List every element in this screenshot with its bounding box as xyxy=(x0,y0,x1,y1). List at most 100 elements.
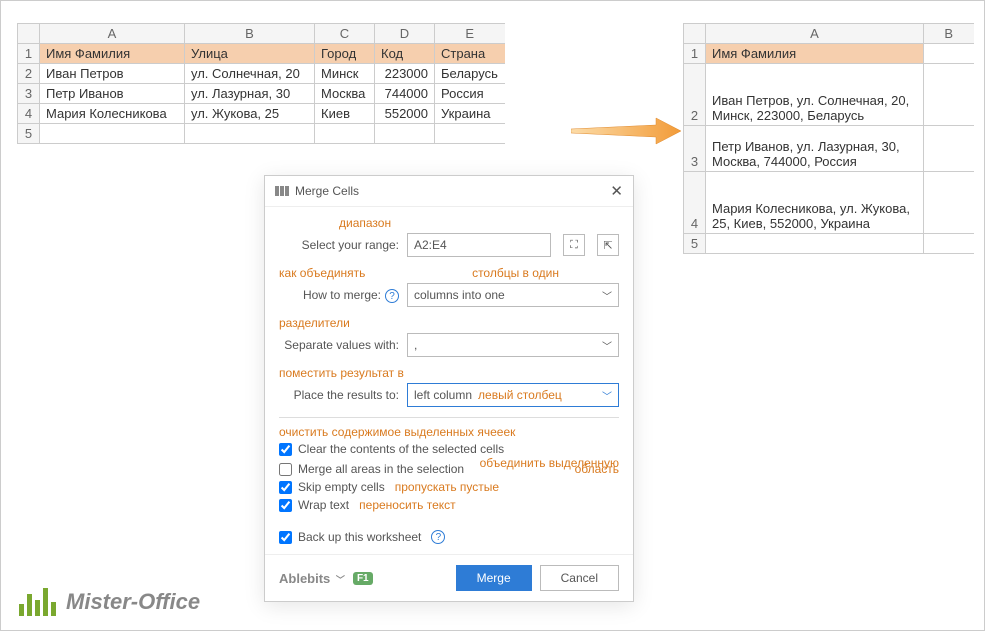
cell[interactable]: ул. Лазурная, 30 xyxy=(185,84,315,104)
cell[interactable]: 223000 xyxy=(375,64,435,84)
source-spreadsheet: A B C D E 1 Имя Фамилия Улица Город Код … xyxy=(17,23,505,144)
cell[interactable] xyxy=(924,172,974,234)
merge-areas-label: Merge all areas in the selection xyxy=(298,462,464,476)
cell[interactable]: Имя Фамилия xyxy=(40,44,185,64)
place-results-label: Place the results to: xyxy=(279,388,399,402)
merge-areas-checkbox[interactable] xyxy=(279,463,292,476)
col-header[interactable]: B xyxy=(924,24,974,44)
cell[interactable]: Мария Колесникова xyxy=(40,104,185,124)
annotation: переносить текст xyxy=(359,499,456,511)
close-icon[interactable]: ✕ xyxy=(610,182,623,200)
cell[interactable]: 744000 xyxy=(375,84,435,104)
wrap-text-checkbox[interactable] xyxy=(279,499,292,512)
cell[interactable]: Страна xyxy=(435,44,505,64)
annotation: пропускать пустые xyxy=(395,481,499,493)
cell[interactable]: ул. Солнечная, 20 xyxy=(185,64,315,84)
how-merge-label: How to merge:? xyxy=(279,288,399,303)
grid-corner xyxy=(18,24,40,44)
merge-icon xyxy=(275,184,289,198)
cell[interactable]: Москва xyxy=(315,84,375,104)
cell[interactable] xyxy=(40,124,185,144)
cell[interactable] xyxy=(185,124,315,144)
place-results-select[interactable]: left columnлевый столбец ﹀ xyxy=(407,383,619,407)
cell[interactable] xyxy=(924,234,974,254)
backup-checkbox[interactable] xyxy=(279,531,292,544)
how-merge-select[interactable]: columns into one﹀ xyxy=(407,283,619,307)
backup-label: Back up this worksheet xyxy=(298,530,421,544)
cell[interactable] xyxy=(924,44,974,64)
merge-button[interactable]: Merge xyxy=(456,565,532,591)
annotation: разделители xyxy=(279,317,619,329)
grid-corner xyxy=(684,24,706,44)
row-header[interactable]: 2 xyxy=(18,64,40,84)
col-header[interactable]: E xyxy=(435,24,505,44)
annotation: поместить результат в xyxy=(279,367,619,379)
row-header[interactable]: 1 xyxy=(18,44,40,64)
ablebits-brand[interactable]: Ablebits ﹀ xyxy=(279,571,345,586)
wrap-text-label: Wrap text xyxy=(298,498,349,512)
dialog-title: Merge Cells xyxy=(295,184,610,198)
separator-line xyxy=(279,417,619,418)
row-header[interactable]: 5 xyxy=(684,234,706,254)
cell[interactable] xyxy=(315,124,375,144)
col-header[interactable]: A xyxy=(706,24,924,44)
cell[interactable]: Иван Петров xyxy=(40,64,185,84)
row-header[interactable]: 4 xyxy=(684,172,706,234)
separator-select[interactable]: ,﹀ xyxy=(407,333,619,357)
cell[interactable]: Беларусь xyxy=(435,64,505,84)
cell[interactable] xyxy=(924,64,974,126)
help-icon[interactable]: ? xyxy=(385,289,399,303)
row-header[interactable]: 2 xyxy=(684,64,706,126)
row-header[interactable]: 5 xyxy=(18,124,40,144)
arrow-icon xyxy=(571,116,681,146)
cell[interactable]: Мария Колесникова, ул. Жукова, 25, Киев,… xyxy=(706,172,924,234)
annotation: очистить содержимое выделенных ячееек xyxy=(279,426,619,438)
annotation: левый столбец xyxy=(478,388,562,402)
clear-contents-label: Clear the contents of the selected cells xyxy=(298,442,504,456)
annotation: столбцы в один xyxy=(472,267,559,279)
col-header[interactable]: C xyxy=(315,24,375,44)
col-header[interactable]: D xyxy=(375,24,435,44)
cell[interactable]: Минск xyxy=(315,64,375,84)
result-spreadsheet: A B 1 Имя Фамилия 2 Иван Петров, ул. Сол… xyxy=(683,23,974,254)
logo-text: Mister-Office xyxy=(66,589,200,615)
annotation: диапазон xyxy=(339,217,619,229)
help-icon[interactable]: ? xyxy=(431,530,445,544)
cell[interactable] xyxy=(706,234,924,254)
row-header[interactable]: 4 xyxy=(18,104,40,124)
annotation: область xyxy=(575,463,619,475)
row-header[interactable]: 1 xyxy=(684,44,706,64)
cell[interactable] xyxy=(924,126,974,172)
cell[interactable]: Иван Петров, ул. Солнечная, 20, Минск, 2… xyxy=(706,64,924,126)
range-input[interactable]: A2:E4 xyxy=(407,233,551,257)
skip-empty-checkbox[interactable] xyxy=(279,481,292,494)
clear-contents-checkbox[interactable] xyxy=(279,443,292,456)
row-header[interactable]: 3 xyxy=(684,126,706,172)
mister-office-logo: Mister-Office xyxy=(19,588,200,616)
cell[interactable]: Код xyxy=(375,44,435,64)
cell[interactable]: Имя Фамилия xyxy=(706,44,924,64)
cell[interactable]: Город xyxy=(315,44,375,64)
cell[interactable]: Улица xyxy=(185,44,315,64)
dialog-titlebar[interactable]: Merge Cells ✕ xyxy=(265,176,633,207)
cell[interactable]: Украина xyxy=(435,104,505,124)
col-header[interactable]: B xyxy=(185,24,315,44)
separator-label: Separate values with: xyxy=(279,338,399,352)
col-header[interactable]: A xyxy=(40,24,185,44)
range-label: Select your range: xyxy=(279,238,399,252)
cell[interactable] xyxy=(375,124,435,144)
f1-help-icon[interactable]: F1 xyxy=(353,572,373,585)
row-header[interactable]: 3 xyxy=(18,84,40,104)
cell[interactable] xyxy=(435,124,505,144)
cancel-button[interactable]: Cancel xyxy=(540,565,619,591)
cell[interactable]: ул. Жукова, 25 xyxy=(185,104,315,124)
cell[interactable]: Киев xyxy=(315,104,375,124)
cell[interactable]: Петр Иванов xyxy=(40,84,185,104)
cell[interactable]: 552000 xyxy=(375,104,435,124)
select-range-icon[interactable]: ⛶ xyxy=(563,234,585,256)
cell[interactable]: Россия xyxy=(435,84,505,104)
cell[interactable]: Петр Иванов, ул. Лазурная, 30, Москва, 7… xyxy=(706,126,924,172)
expand-range-icon[interactable]: ⇱ xyxy=(597,234,619,256)
logo-bars-icon xyxy=(19,588,56,616)
skip-empty-label: Skip empty cells xyxy=(298,480,385,494)
